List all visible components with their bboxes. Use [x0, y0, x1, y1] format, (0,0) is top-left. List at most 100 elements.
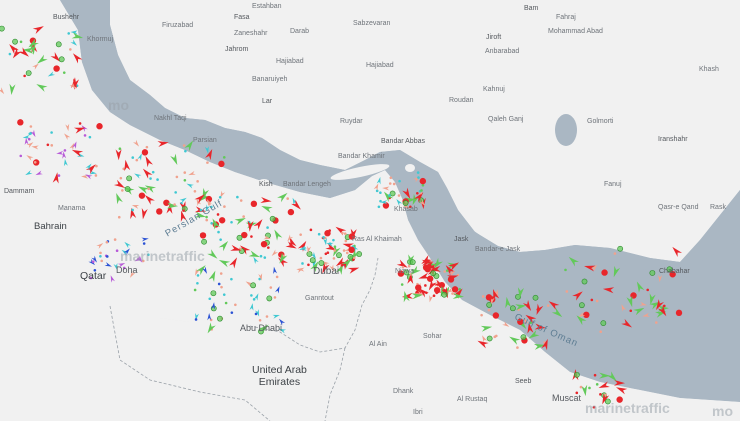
vessel-dot-marker[interactable] — [322, 236, 325, 239]
vessel-dot-marker[interactable] — [62, 71, 66, 74]
vessel-dot-marker[interactable] — [23, 74, 26, 78]
vessel-anchored-marker[interactable] — [336, 252, 342, 259]
vessel-dot-marker[interactable] — [397, 194, 401, 197]
vessel-dot-marker[interactable] — [388, 182, 392, 185]
vessel-dot-marker[interactable] — [131, 156, 135, 159]
vessel-anchored-marker[interactable] — [509, 305, 516, 312]
vessel-dot-marker[interactable] — [239, 199, 243, 202]
vessel-dot-marker[interactable] — [174, 191, 177, 194]
vessel-dot-marker[interactable] — [105, 255, 109, 258]
vessel-dot-marker[interactable] — [379, 199, 382, 203]
vessel-dot-marker[interactable] — [234, 303, 237, 307]
vessel-dot-marker[interactable] — [259, 254, 263, 258]
vessel-dot-marker[interactable] — [333, 249, 336, 252]
vessel-dot-marker[interactable] — [595, 383, 599, 386]
vessel-dot-marker[interactable] — [352, 256, 356, 260]
vessel-anchored-marker[interactable] — [573, 371, 580, 378]
vessel-stationary-marker[interactable] — [601, 269, 608, 276]
vessel-dot-marker[interactable] — [379, 191, 382, 195]
vessel-dot-marker[interactable] — [317, 232, 321, 236]
vessel-dot-marker[interactable] — [117, 215, 121, 219]
vessel-stationary-marker[interactable] — [485, 294, 493, 301]
vessel-dot-marker[interactable] — [250, 235, 253, 238]
vessel-anchored-marker[interactable] — [441, 291, 448, 298]
vessel-dot-marker[interactable] — [400, 283, 404, 286]
vessel-dot-marker[interactable] — [50, 131, 53, 134]
vessel-dot-marker[interactable] — [275, 275, 279, 279]
vessel-dot-marker[interactable] — [299, 233, 302, 236]
vessel-dot-marker[interactable] — [451, 292, 454, 295]
vessel-dot-marker[interactable] — [432, 294, 436, 298]
vessel-dot-marker[interactable] — [263, 256, 267, 259]
vessel-anchored-marker[interactable] — [486, 335, 493, 342]
vessel-anchored-marker[interactable] — [250, 282, 257, 289]
vessel-dot-marker[interactable] — [588, 386, 591, 390]
vessel-dot-marker[interactable] — [217, 282, 221, 286]
vessel-dot-marker[interactable] — [91, 260, 95, 263]
vessel-dot-marker[interactable] — [593, 373, 597, 377]
vessel-dot-marker[interactable] — [324, 252, 328, 256]
vessel-anchored-marker[interactable] — [12, 38, 18, 45]
vessel-dot-marker[interactable] — [595, 299, 599, 303]
vessel-anchored-marker[interactable] — [58, 56, 65, 63]
vessel-stationary-marker[interactable] — [53, 65, 60, 72]
vessel-dot-marker[interactable] — [487, 308, 491, 312]
vessel-stationary-marker[interactable] — [156, 208, 163, 215]
vessel-anchored-marker[interactable] — [649, 270, 656, 276]
vessel-dot-marker[interactable] — [286, 197, 289, 200]
vessel-anchored-marker[interactable] — [581, 278, 588, 285]
vessel-dot-marker[interactable] — [131, 208, 134, 212]
vessel-dot-marker[interactable] — [78, 122, 82, 125]
vessel-dot-marker[interactable] — [342, 249, 346, 252]
vessel-dot-marker[interactable] — [67, 32, 71, 35]
vessel-anchored-marker[interactable] — [532, 294, 539, 301]
vessel-stationary-marker[interactable] — [492, 312, 500, 319]
vessel-anchored-marker[interactable] — [578, 302, 585, 309]
vessel-dot-marker[interactable] — [156, 178, 159, 181]
vessel-dot-marker[interactable] — [193, 189, 197, 193]
vessel-dot-marker[interactable] — [613, 252, 617, 255]
vessel-anchored-marker[interactable] — [306, 251, 313, 257]
vessel-anchored-marker[interactable] — [389, 190, 396, 197]
vessel-dot-marker[interactable] — [590, 298, 594, 302]
vessel-dot-marker[interactable] — [88, 135, 92, 139]
vessel-dot-marker[interactable] — [267, 246, 270, 249]
vessel-dot-marker[interactable] — [69, 48, 72, 51]
vessel-dot-marker[interactable] — [516, 346, 519, 349]
vessel-anchored-marker[interactable] — [600, 320, 607, 327]
vessel-dot-marker[interactable] — [265, 315, 269, 318]
vessel-anchored-marker[interactable] — [266, 295, 273, 302]
vessel-stationary-marker[interactable] — [451, 286, 459, 293]
vessel-anchored-marker[interactable] — [217, 315, 223, 322]
vessel-dot-marker[interactable] — [29, 125, 33, 128]
vessel-dot-marker[interactable] — [183, 171, 187, 174]
vessel-anchored-marker[interactable] — [0, 25, 5, 32]
vessel-dot-marker[interactable] — [250, 294, 253, 297]
vessel-anchored-marker[interactable] — [347, 253, 354, 260]
vessel-stationary-marker[interactable] — [250, 200, 258, 208]
vessel-dot-marker[interactable] — [301, 262, 304, 265]
vessel-stationary-marker[interactable] — [675, 309, 683, 317]
vessel-dot-marker[interactable] — [269, 286, 273, 289]
vessel-dot-marker[interactable] — [389, 176, 393, 180]
vessel-dot-marker[interactable] — [579, 385, 583, 389]
vessel-dot-marker[interactable] — [183, 179, 187, 182]
vessel-dot-marker[interactable] — [33, 161, 37, 164]
vessel-anchored-marker[interactable] — [309, 257, 316, 264]
vessel-dot-marker[interactable] — [230, 220, 233, 224]
vessel-dot-marker[interactable] — [392, 182, 396, 186]
vessel-anchored-marker[interactable] — [25, 70, 32, 76]
vessel-stationary-marker[interactable] — [163, 199, 170, 206]
vessel-anchored-marker[interactable] — [269, 215, 276, 222]
vessel-anchored-marker[interactable] — [210, 290, 217, 297]
vessel-dot-marker[interactable] — [481, 295, 485, 298]
vessel-dot-marker[interactable] — [220, 285, 223, 289]
vessel-dot-marker[interactable] — [343, 232, 347, 235]
vessel-dot-marker[interactable] — [273, 296, 277, 299]
vessel-anchored-marker[interactable] — [520, 334, 527, 341]
vessel-stationary-marker[interactable] — [199, 232, 207, 239]
vessel-dot-marker[interactable] — [242, 215, 245, 218]
vessel-dot-marker[interactable] — [416, 171, 420, 174]
vessel-dot-marker[interactable] — [646, 288, 650, 292]
vessel-dot-marker[interactable] — [206, 161, 209, 164]
